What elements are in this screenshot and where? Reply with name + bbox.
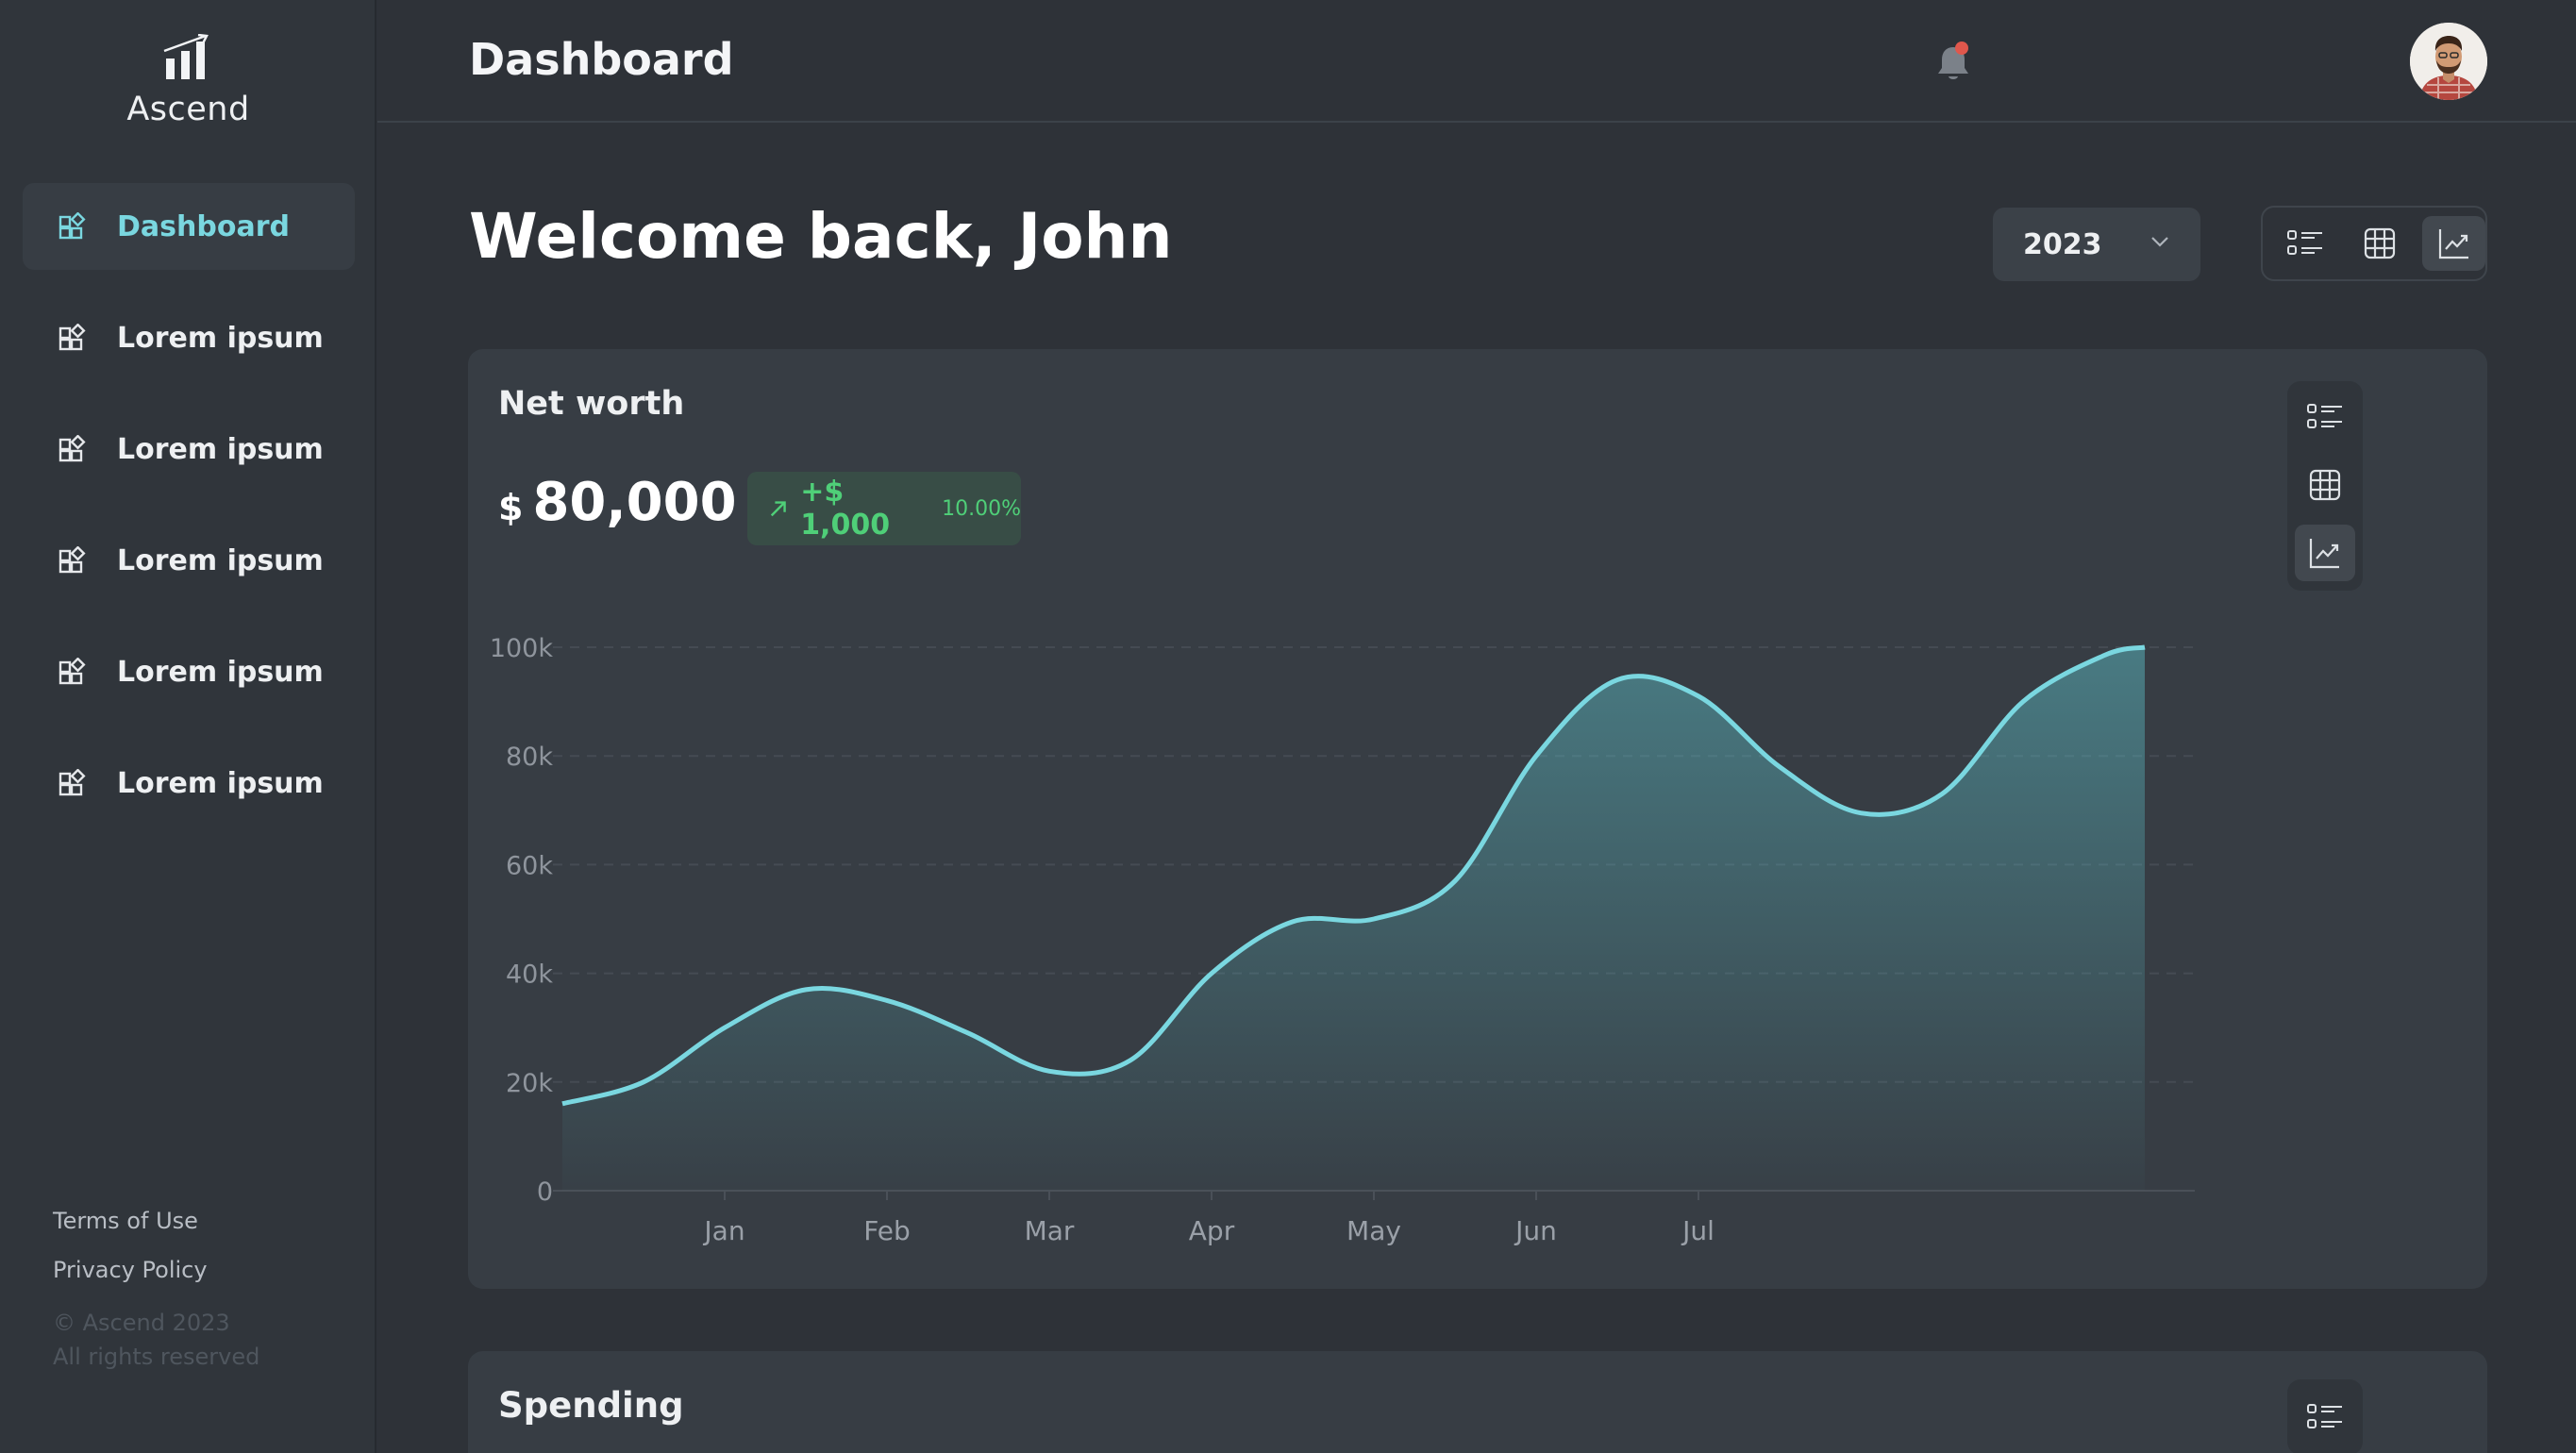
dashboard-icon [57, 210, 89, 242]
sidebar-item-label: Lorem ipsum [117, 432, 324, 466]
list-view-button[interactable] [2287, 1379, 2363, 1453]
line-chart-icon [2309, 539, 2339, 569]
card-title: Net worth [498, 385, 685, 423]
x-tick-label: Jun [1514, 1215, 1557, 1246]
list-view-icon [2287, 230, 2323, 255]
sidebar-item-label: Lorem ipsum [117, 543, 324, 577]
chart-view-button[interactable] [2295, 525, 2355, 581]
user-avatar-icon [2410, 23, 2487, 100]
dashboard-icon [57, 544, 89, 576]
logo[interactable]: Ascend [0, 34, 376, 128]
dashboard-icon [57, 322, 89, 354]
chevron-down-icon [2151, 237, 2168, 247]
sidebar-item-label: Lorem ipsum [117, 766, 324, 800]
change-percent: 10.00% [942, 496, 1021, 521]
arrow-up-right-icon [770, 501, 786, 517]
sidebar-nav: Dashboard Lorem ipsum Lorem ipsum Lorem … [23, 183, 355, 851]
year-select[interactable]: 2023 [1993, 208, 2200, 281]
net-worth-amount: 80,000 [532, 472, 737, 533]
chart-view-button[interactable] [2422, 216, 2486, 271]
grid-view-icon [2364, 227, 2396, 259]
grid-view-button[interactable] [2295, 457, 2355, 513]
sidebar: Ascend Dashboard Lorem ipsum Lorem ipsum [0, 0, 376, 1453]
sidebar-item-label: Dashboard [117, 209, 290, 243]
y-tick-label: 60k [506, 851, 553, 880]
currency-symbol: $ [498, 487, 524, 528]
view-toggle [2261, 206, 2487, 281]
net-worth-value: $ 80,000 [498, 472, 737, 533]
y-tick-label: 20k [506, 1069, 553, 1098]
notification-dot [1955, 42, 1968, 55]
year-select-value: 2023 [2023, 227, 2102, 261]
y-tick-label: 100k [490, 634, 554, 663]
spending-card: Spending [468, 1351, 2487, 1453]
card-view-toggle [2287, 381, 2363, 591]
list-view-button[interactable] [2274, 216, 2337, 271]
y-tick-label: 80k [506, 743, 553, 772]
x-tick-label: Jul [1681, 1215, 1715, 1246]
x-tick-label: May [1347, 1215, 1401, 1246]
sidebar-item-lorem-5[interactable]: Lorem ipsum [23, 740, 355, 827]
sidebar-item-lorem-4[interactable]: Lorem ipsum [23, 628, 355, 715]
bar-chart-logo-icon [163, 34, 209, 79]
sidebar-item-dashboard[interactable]: Dashboard [23, 183, 355, 270]
page-title: Dashboard [469, 34, 734, 85]
line-chart-icon [2438, 229, 2468, 259]
privacy-link[interactable]: Privacy Policy [53, 1257, 364, 1283]
avatar[interactable] [2410, 23, 2487, 100]
list-view-icon [2307, 404, 2342, 428]
copyright-line: © Ascend 2023 [53, 1310, 230, 1336]
change-badge: +$ 1,000 10.00% [747, 472, 1021, 545]
grid-view-button[interactable] [2349, 216, 2412, 271]
dashboard-icon [57, 433, 89, 465]
grid-view-icon [2309, 469, 2341, 501]
sidebar-item-label: Lorem ipsum [117, 655, 324, 689]
sidebar-item-lorem-1[interactable]: Lorem ipsum [23, 294, 355, 381]
x-tick-label: Mar [1025, 1215, 1075, 1246]
dashboard-icon [57, 656, 89, 688]
x-tick-label: Jan [702, 1215, 744, 1246]
sidebar-item-lorem-3[interactable]: Lorem ipsum [23, 517, 355, 604]
logo-text: Ascend [126, 91, 250, 128]
net-worth-card: 0 20k 40k 60k 80k 100k Jan Feb Mar Apr May Jun Jul … [468, 349, 2487, 1289]
terms-link[interactable]: Terms of Use [53, 1208, 364, 1234]
list-view-icon [2307, 1404, 2342, 1428]
copyright-line: All rights reserved [53, 1344, 260, 1370]
x-tick-label: Apr [1189, 1215, 1235, 1246]
notification-bell-icon[interactable] [1927, 36, 1980, 89]
dashboard-icon [57, 767, 89, 799]
welcome-heading: Welcome back, John [469, 200, 1173, 273]
change-amount: +$ 1,000 [800, 476, 891, 542]
top-bar: Dashboard [377, 0, 2576, 123]
y-tick-label: 40k [506, 960, 553, 990]
list-view-button[interactable] [2295, 389, 2355, 445]
card-title: Spending [498, 1385, 684, 1426]
sidebar-item-lorem-2[interactable]: Lorem ipsum [23, 406, 355, 493]
x-tick-label: Feb [863, 1215, 911, 1246]
sidebar-footer: Terms of Use Privacy Policy © Ascend 202… [53, 1208, 364, 1374]
copyright: © Ascend 2023 All rights reserved [53, 1306, 364, 1374]
y-tick-label: 0 [537, 1177, 553, 1207]
app-root: Ascend Dashboard Lorem ipsum Lorem ipsum [0, 0, 2576, 1453]
sidebar-item-label: Lorem ipsum [117, 321, 324, 355]
